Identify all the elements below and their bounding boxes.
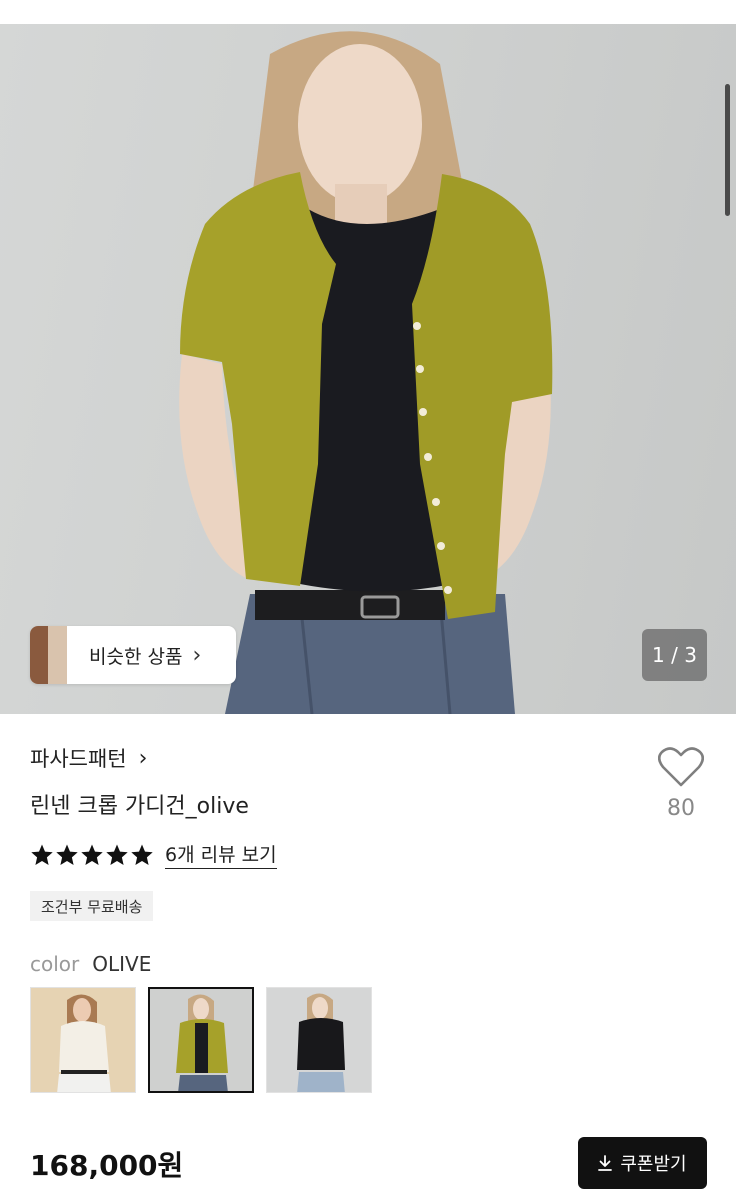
- review-link[interactable]: 6개 리뷰 보기: [165, 840, 277, 869]
- rating-stars: [30, 843, 154, 867]
- chevron-right-icon: ›: [138, 745, 148, 771]
- coupon-button-label: 쿠폰받기: [620, 1154, 687, 1175]
- image-pager: 1 / 3: [642, 629, 707, 681]
- similar-products-button[interactable]: 비슷한 상품 ›: [30, 626, 236, 684]
- brand-link[interactable]: 파사드패턴 ›: [30, 743, 147, 773]
- heart-outline-icon: [658, 747, 704, 787]
- star-icon: [81, 844, 103, 865]
- download-icon: [598, 1155, 613, 1171]
- chevron-right-icon: ›: [192, 642, 202, 668]
- like-count: 80: [667, 796, 695, 821]
- similar-products-thumbnail: [30, 626, 67, 684]
- star-icon: [131, 844, 153, 865]
- product-title: 린넨 크롭 가디건_olive: [30, 794, 249, 819]
- similar-products-label: 비슷한 상품: [89, 645, 183, 668]
- product-main-image[interactable]: [0, 24, 736, 714]
- scrollbar[interactable]: [725, 84, 730, 216]
- swatch-white-image: [31, 988, 135, 1092]
- color-swatch-black[interactable]: [266, 987, 372, 1093]
- color-row: color OLIVE: [30, 952, 151, 976]
- color-swatch-olive[interactable]: [148, 987, 254, 1093]
- product-price: 168,000원: [30, 1149, 184, 1182]
- coupon-button[interactable]: 쿠폰받기: [578, 1137, 707, 1189]
- color-swatch-white[interactable]: [30, 987, 136, 1093]
- swatch-olive-image: [150, 989, 252, 1091]
- rating-row: 6개 리뷰 보기: [30, 840, 277, 869]
- star-icon: [56, 844, 78, 865]
- star-icon: [31, 844, 53, 865]
- star-icon: [106, 844, 128, 865]
- model-photo: [179, 31, 553, 714]
- swatch-black-image: [267, 988, 371, 1092]
- color-label: color: [30, 952, 80, 976]
- like-button[interactable]: 80: [654, 746, 708, 821]
- color-swatches: [30, 987, 372, 1093]
- shipping-badge: 조건부 무료배송: [30, 891, 154, 921]
- brand-name: 파사드패턴: [30, 747, 127, 771]
- color-value: OLIVE: [92, 952, 152, 976]
